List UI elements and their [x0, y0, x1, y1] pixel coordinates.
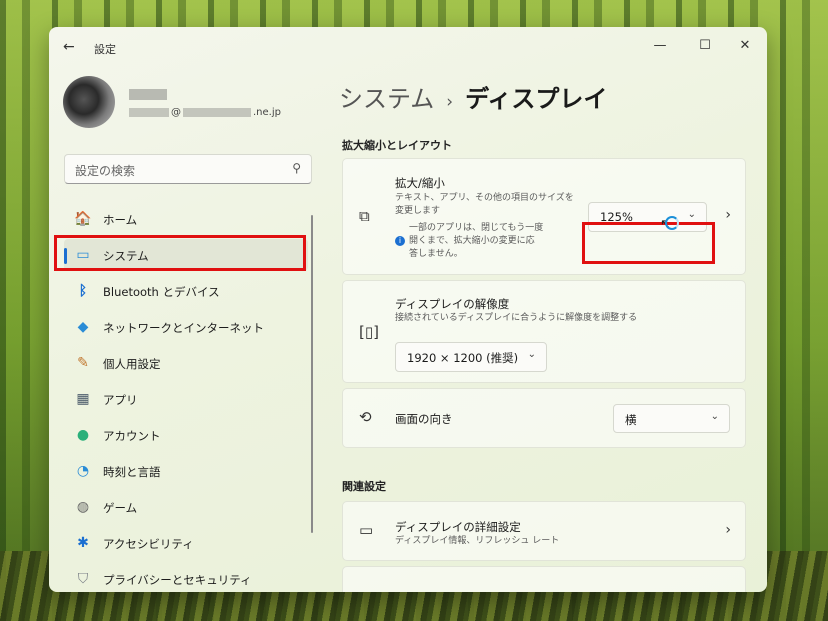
- orientation-card: ⟲ 画面の向き 横 ⌄: [342, 388, 746, 448]
- maximize-button[interactable]: ☐: [689, 33, 721, 59]
- scale-icon: ⧉: [359, 207, 370, 225]
- user-name-redacted: [129, 89, 167, 100]
- sidebar-item-label: アカウント: [103, 429, 161, 443]
- chevron-down-icon: ⌄: [687, 209, 696, 220]
- minimize-button[interactable]: —: [644, 33, 676, 59]
- accessibility-icon: ✱: [77, 535, 89, 551]
- user-email: @ .ne.jp: [129, 107, 281, 118]
- info-icon: i: [395, 235, 405, 246]
- sidebar-item-label: 個人用設定: [103, 357, 161, 371]
- breadcrumb-separator: ›: [446, 92, 454, 112]
- monitor-icon: ▭: [359, 521, 374, 539]
- page-title: ディスプレイ: [465, 85, 608, 113]
- shield-icon: ⛉: [77, 571, 89, 587]
- gamepad-icon: ◍: [76, 499, 90, 515]
- globe-clock-icon: ◔: [76, 463, 90, 479]
- advanced-display-card[interactable]: ▭ ディスプレイの詳細設定 ディスプレイ情報、リフレッシュ レート ›: [342, 501, 746, 561]
- email-redacted-part: [183, 108, 251, 117]
- chevron-down-icon: ⌄: [527, 349, 536, 360]
- scale-note2: 開くまで、拡大縮小の変更に応: [409, 236, 535, 246]
- sidebar-item-accessibility[interactable]: ✱ アクセシビリティ: [64, 527, 308, 559]
- sidebar-item-label: ゲーム: [103, 501, 138, 515]
- sidebar-item-time-language[interactable]: ◔ 時刻と言語: [64, 455, 308, 487]
- next-related-card[interactable]: [342, 566, 746, 592]
- orientation-dropdown[interactable]: 横 ⌄: [613, 404, 730, 433]
- chevron-down-icon: ⌄: [710, 411, 719, 422]
- sidebar-item-label: ネットワークとインターネット: [103, 321, 264, 335]
- sidebar-item-gaming[interactable]: ◍ ゲーム: [64, 491, 308, 523]
- breadcrumb-parent[interactable]: システム: [339, 85, 434, 113]
- bluetooth-icon: ᛒ: [78, 283, 88, 299]
- sidebar-item-label: プライバシーとセキュリティ: [103, 573, 252, 587]
- account-icon: ●: [76, 427, 90, 443]
- sidebar-item-network[interactable]: ◆ ネットワークとインターネット: [64, 311, 308, 343]
- highlight-box-system: [54, 235, 306, 271]
- busy-spinner-icon: [665, 216, 679, 230]
- section-heading-scale: 拡大縮小とレイアウト: [342, 139, 452, 152]
- sidebar-item-label: 時刻と言語: [103, 465, 161, 479]
- sidebar-item-personalization[interactable]: ✎ 個人用設定: [64, 347, 308, 379]
- chevron-right-icon: ›: [725, 522, 731, 538]
- advanced-display-title: ディスプレイの詳細設定: [395, 520, 521, 534]
- email-at: @: [171, 107, 181, 118]
- chevron-right-icon[interactable]: ›: [725, 207, 731, 223]
- settings-window: ← 設定 — ☐ ✕ @ .ne.jp 設定の検索 ⚲ 🏠 ホーム ▭ システム…: [49, 27, 767, 592]
- resolution-icon: [▯]: [359, 323, 379, 341]
- section-heading-related: 関連設定: [342, 480, 386, 493]
- sidebar-scrollbar[interactable]: [311, 215, 313, 533]
- resolution-card: [▯] ディスプレイの解像度 接続されているディスプレイに合うように解像度を調整…: [342, 280, 746, 383]
- apps-icon: ▦: [76, 391, 90, 407]
- search-input[interactable]: 設定の検索 ⚲: [64, 154, 312, 184]
- scale-sub1: テキスト、アプリ、その他の項目のサイズを: [395, 193, 574, 203]
- orientation-icon: ⟲: [359, 408, 372, 426]
- breadcrumb: システム › ディスプレイ: [339, 79, 607, 114]
- sidebar-item-apps[interactable]: ▦ アプリ: [64, 383, 308, 415]
- title-bar: ← 設定 — ☐ ✕: [49, 27, 767, 67]
- highlight-box-scale: [582, 222, 715, 264]
- resolution-value: 1920 × 1200 (推奨): [407, 351, 519, 365]
- sidebar-item-label: ホーム: [103, 213, 138, 227]
- resolution-title: ディスプレイの解像度: [395, 297, 510, 311]
- orientation-value: 横: [625, 413, 637, 427]
- brush-icon: ✎: [77, 355, 89, 371]
- sidebar-item-bluetooth[interactable]: ᛒ Bluetooth とデバイス: [64, 275, 308, 307]
- scale-note1: 一部のアプリは、閉じてもう一度: [409, 223, 544, 233]
- avatar[interactable]: [63, 76, 115, 128]
- scale-title: 拡大/縮小: [395, 176, 445, 190]
- close-button[interactable]: ✕: [729, 33, 761, 59]
- sidebar-item-label: アプリ: [103, 393, 138, 407]
- scale-note3: 答しません。: [409, 249, 463, 259]
- email-redacted-part: [129, 108, 169, 117]
- scale-sub2: 変更します: [395, 206, 441, 216]
- orientation-title: 画面の向き: [395, 412, 453, 426]
- sidebar-item-home[interactable]: 🏠 ホーム: [64, 203, 308, 235]
- sidebar-item-label: アクセシビリティ: [103, 537, 194, 551]
- advanced-display-sub: ディスプレイ情報、リフレッシュ レート: [395, 536, 560, 546]
- email-domain: .ne.jp: [253, 107, 281, 118]
- home-icon: 🏠: [74, 211, 92, 227]
- wifi-icon: ◆: [77, 319, 89, 335]
- search-icon: ⚲: [292, 161, 301, 175]
- search-placeholder: 設定の検索: [75, 164, 136, 178]
- back-arrow-icon[interactable]: ←: [63, 39, 75, 55]
- scale-note2-row: i 開くまで、拡大縮小の変更に応: [395, 235, 535, 248]
- sidebar-item-privacy[interactable]: ⛉ プライバシーとセキュリティ: [64, 563, 308, 592]
- sidebar-item-label: Bluetooth とデバイス: [103, 285, 220, 299]
- resolution-dropdown[interactable]: 1920 × 1200 (推奨) ⌄: [395, 342, 547, 372]
- app-title: 設定: [94, 43, 116, 56]
- sidebar-item-accounts[interactable]: ● アカウント: [64, 419, 308, 451]
- resolution-sub: 接続されているディスプレイに合うように解像度を調整する: [395, 313, 638, 323]
